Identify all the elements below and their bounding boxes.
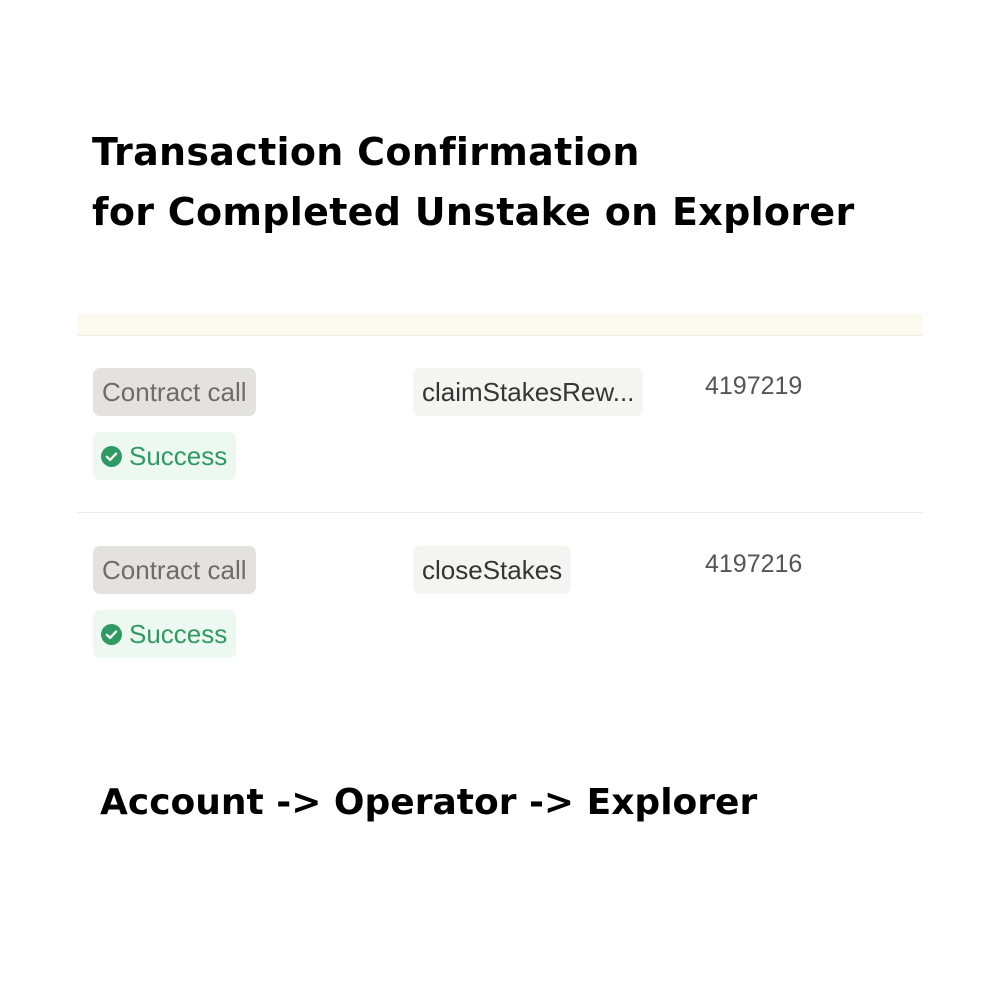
status-badge: Success xyxy=(93,432,237,480)
page-title: Transaction Confirmation for Completed U… xyxy=(92,122,855,242)
status-badge: Success xyxy=(93,610,237,658)
navigation-path: Account -> Operator -> Explorer xyxy=(100,782,758,823)
method-name-chip[interactable]: closeStakes xyxy=(413,546,572,594)
page-title-line-1: Transaction Confirmation xyxy=(92,130,640,174)
block-number[interactable]: 4197216 xyxy=(705,546,802,582)
table-header-strip xyxy=(77,314,923,335)
check-circle-icon xyxy=(101,623,122,645)
transaction-row[interactable]: Contract call Success closeStakes 419721… xyxy=(77,546,923,696)
page-title-line-2: for Completed Unstake on Explorer xyxy=(92,190,855,234)
transaction-row[interactable]: Contract call Success claimStakesRew... … xyxy=(77,368,923,518)
block-number[interactable]: 4197219 xyxy=(705,368,802,404)
method-name-chip[interactable]: claimStakesRew... xyxy=(413,368,644,416)
transaction-type-badge: Contract call xyxy=(93,546,256,594)
transaction-type-badge: Contract call xyxy=(93,368,256,416)
status-label: Success xyxy=(129,441,228,471)
row-divider xyxy=(77,512,923,513)
header-divider xyxy=(77,335,923,336)
transactions-panel: Contract call Success claimStakesRew... … xyxy=(77,314,923,684)
status-label: Success xyxy=(129,619,228,649)
check-circle-icon xyxy=(101,445,122,467)
